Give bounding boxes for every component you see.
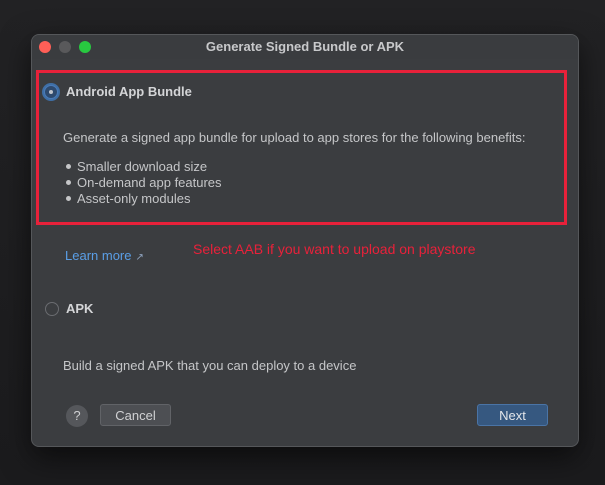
- bullet-icon: [66, 164, 71, 170]
- external-link-icon: ↗: [135, 252, 144, 263]
- list-item: On-demand app features: [66, 175, 222, 191]
- bullet-icon: [66, 196, 71, 202]
- learn-more-label[interactable]: Learn more: [65, 248, 131, 263]
- next-button[interactable]: Next: [477, 404, 548, 426]
- annotation-text: Select AAB if you want to upload on play…: [193, 241, 476, 257]
- title-bar: Generate Signed Bundle or APK: [32, 35, 578, 59]
- bundle-description: Generate a signed app bundle for upload …: [63, 130, 526, 145]
- benefit-text: On-demand app features: [77, 175, 222, 190]
- benefits-list: Smaller download size On-demand app feat…: [66, 159, 222, 207]
- cancel-button[interactable]: Cancel: [100, 404, 171, 426]
- bullet-icon: [66, 180, 71, 186]
- list-item: Asset-only modules: [66, 191, 222, 207]
- benefit-text: Asset-only modules: [77, 191, 191, 206]
- learn-more-link[interactable]: Learn more ↗: [65, 248, 144, 263]
- option-label-android-app-bundle[interactable]: Android App Bundle: [66, 84, 192, 99]
- benefit-text: Smaller download size: [77, 159, 208, 174]
- dialog-window: Generate Signed Bundle or APK Android Ap…: [31, 34, 579, 447]
- help-button[interactable]: ?: [66, 405, 88, 427]
- radio-android-app-bundle[interactable]: [44, 85, 58, 99]
- radio-apk[interactable]: [45, 302, 59, 316]
- dialog-title: Generate Signed Bundle or APK: [205, 39, 405, 54]
- apk-description: Build a signed APK that you can deploy t…: [63, 358, 357, 373]
- option-label-apk[interactable]: APK: [66, 301, 93, 316]
- list-item: Smaller download size: [66, 159, 222, 175]
